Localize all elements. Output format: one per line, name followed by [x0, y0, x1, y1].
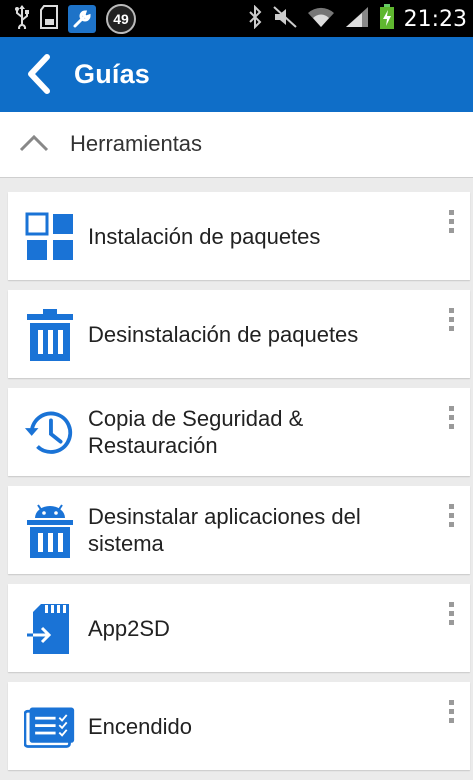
guide-list: Instalación de paquetes Desinstalación d… — [8, 192, 470, 780]
back-arrow-icon — [28, 54, 50, 94]
list-item-label: Copia de Seguridad & Restauración — [88, 406, 304, 458]
app-bar: Guías — [0, 37, 473, 112]
battery-charging-icon — [379, 3, 395, 35]
wifi-icon — [307, 5, 335, 34]
list-item-app2sd[interactable]: App2SD — [8, 584, 470, 672]
overflow-menu-icon[interactable] — [444, 210, 458, 240]
list-item-label: Desinstalar aplicaciones del sistema — [88, 504, 361, 556]
list-item-instalacion[interactable]: Instalación de paquetes — [8, 192, 470, 280]
list-item-label: Encendido — [88, 713, 192, 739]
overflow-menu-icon[interactable] — [444, 308, 458, 338]
status-bar: 49 21:23 — [0, 0, 473, 37]
overflow-menu-icon[interactable] — [444, 700, 458, 730]
trash-icon — [24, 309, 76, 361]
list-item-encendido[interactable]: Encendido — [8, 682, 470, 770]
list-item-label: Instalación de paquetes — [88, 223, 321, 249]
list-item-desinstalacion[interactable]: Desinstalación de paquetes — [8, 290, 470, 378]
mute-icon — [272, 5, 298, 34]
history-icon — [24, 407, 76, 459]
overflow-menu-icon[interactable] — [444, 504, 458, 534]
list-item-label: App2SD — [88, 615, 170, 641]
list-item-backup[interactable]: Copia de Seguridad & Restauración — [8, 388, 470, 476]
section-title: Herramientas — [70, 131, 203, 156]
overflow-menu-icon[interactable] — [444, 406, 458, 436]
usb-icon — [14, 4, 30, 34]
android-trash-icon — [24, 504, 76, 558]
clock: 21:23 — [403, 6, 467, 32]
overflow-menu-icon[interactable] — [444, 602, 458, 632]
sd-card-move-icon — [24, 603, 76, 655]
notification-badge: 49 — [106, 4, 136, 34]
sd-card-icon — [40, 4, 58, 34]
back-button[interactable] — [18, 51, 58, 97]
list-item-system-apps[interactable]: Desinstalar aplicaciones del sistema — [8, 486, 470, 574]
section-header-herramientas[interactable]: Herramientas — [0, 112, 473, 178]
power-list-icon — [24, 701, 76, 753]
bluetooth-icon — [247, 4, 263, 34]
list-item-label: Desinstalación de paquetes — [88, 321, 359, 347]
page-title: Guías — [74, 59, 151, 89]
chevron-up-icon — [18, 132, 50, 159]
grid-icon — [24, 211, 76, 263]
wrench-icon — [68, 5, 96, 33]
signal-icon — [344, 5, 370, 34]
